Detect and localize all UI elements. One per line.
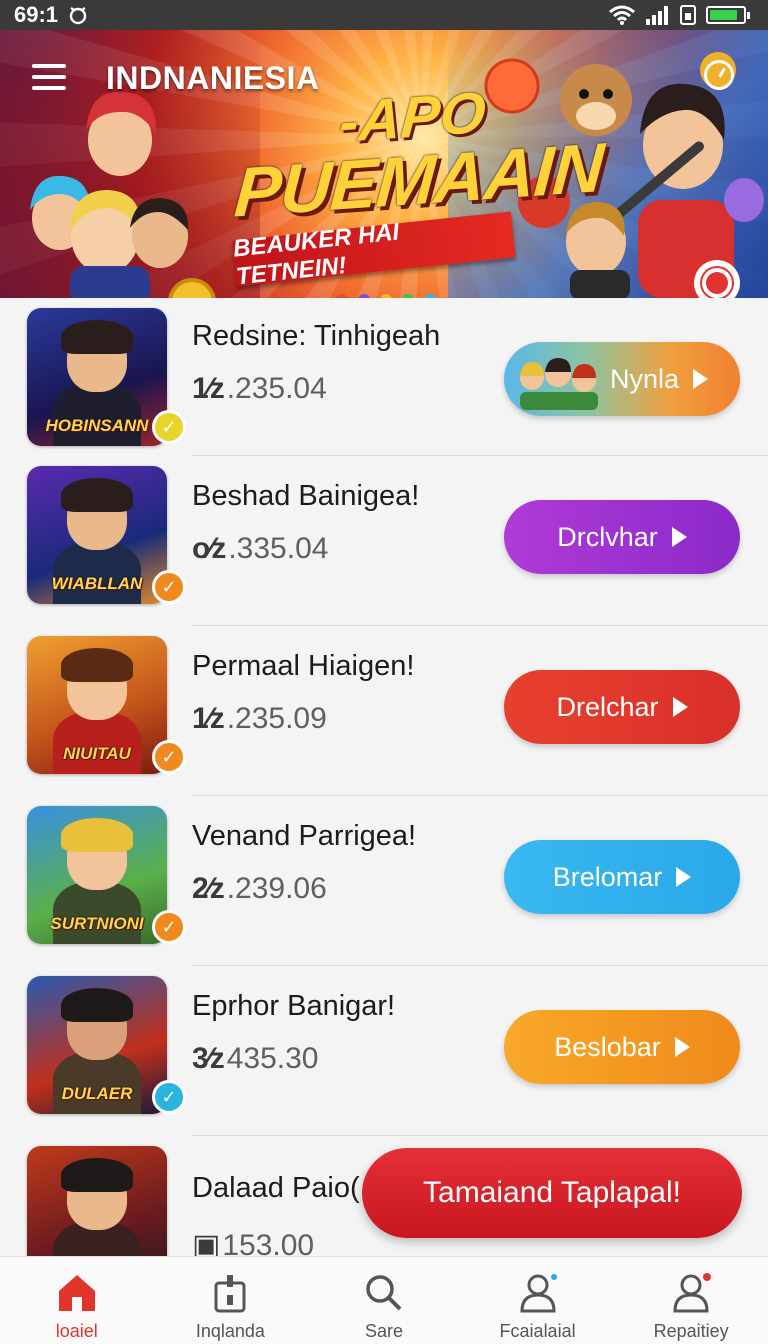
verified-check-icon: ✓	[152, 1080, 186, 1114]
download-button[interactable]: Brelomar	[504, 840, 740, 914]
wifi-icon	[609, 5, 635, 25]
download-button[interactable]: Drelchar	[504, 670, 740, 744]
game-thumbnail[interactable]: WIABLLAN	[27, 466, 167, 604]
home-icon	[55, 1271, 99, 1313]
verified-check-icon: ✓	[152, 910, 186, 944]
rating-value: .335.04	[228, 532, 329, 565]
game-title: Venand Parrigea!	[192, 820, 417, 852]
nav-label: loaiel	[55, 1321, 98, 1341]
timer-icon[interactable]	[704, 60, 734, 90]
download-button[interactable]: Beslobar	[504, 1010, 740, 1084]
verified-check-icon: ✓	[152, 410, 186, 444]
profile-icon	[669, 1271, 713, 1313]
game-thumbnail[interactable]: HOBINSANN	[27, 308, 167, 446]
rating-value: 435.30	[226, 1042, 319, 1075]
reward-badge-icon[interactable]	[694, 260, 740, 298]
game-rating: 1⁄z .235.09	[192, 702, 327, 736]
thumbnail-logo-text: SURTNIONI	[50, 914, 144, 933]
rating-value: .235.04	[226, 372, 327, 405]
game-thumbnail[interactable]: DULAER	[27, 976, 167, 1114]
banner-title: INDNANIESIA	[106, 60, 320, 96]
user-icon	[516, 1271, 560, 1313]
download-button-label: Nynla	[609, 363, 679, 394]
alarm-icon	[69, 7, 87, 25]
store-icon	[208, 1271, 252, 1313]
nav-label: Sare	[364, 1321, 403, 1341]
game-list-item[interactable]: WIABLLAN ✓ Beshad Bainigea! o⁄z .335.04 Drclv…	[27, 456, 768, 626]
battery-icon	[706, 6, 750, 24]
download-button[interactable]: Nynla	[504, 342, 740, 416]
game-title: Permaal Hiaigen!	[192, 650, 415, 682]
play-arrow-icon	[676, 867, 692, 887]
play-arrow-icon	[671, 527, 687, 547]
status-time: 69:1	[14, 2, 59, 27]
status-right	[608, 5, 750, 25]
bottom-nav: loaiel Inqlanda Sare Fcaialaial Repaitiey	[0, 1256, 768, 1344]
download-button-label: Drclvhar	[557, 521, 658, 552]
sim-icon	[680, 5, 696, 25]
promo-banner[interactable]: INDNANIESIA -APO PUEMAAIN BEAUKER HAI TE…	[0, 30, 768, 298]
download-button-label: Beslobar	[554, 1031, 661, 1062]
game-rating: 1⁄z .235.04	[192, 372, 327, 406]
play-arrow-icon	[672, 697, 688, 717]
rating-icon: 2⁄z	[192, 872, 225, 905]
game-rating: 3⁄z 435.30	[192, 1042, 318, 1076]
button-characters-image	[516, 348, 602, 410]
status-left: 69:1	[14, 2, 88, 28]
thumbnail-logo-text: NIUITAU	[63, 744, 131, 763]
game-title: Redsine: Tinhigeah	[192, 320, 441, 352]
game-rating: o⁄z .335.04	[192, 532, 328, 566]
game-list-item[interactable]: DULAER ✓ Eprhor Banigar! 3⁄z 435.30 Beslobar	[27, 966, 768, 1136]
download-button-label: Brelomar	[552, 861, 663, 892]
play-arrow-icon	[693, 369, 708, 389]
game-thumbnail[interactable]: SURTNIONI	[27, 806, 167, 944]
verified-check-icon: ✓	[152, 740, 186, 774]
game-title: Beshad Bainigea!	[192, 480, 420, 512]
floating-cta-button[interactable]: Tamaiand Taplapal!	[362, 1148, 742, 1238]
signal-icon	[646, 6, 668, 25]
game-title: Dalaad Paio(	[192, 1172, 360, 1204]
game-title: Eprhor Banigar!	[192, 990, 396, 1022]
rating-icon: o⁄z	[192, 532, 226, 565]
game-list-item[interactable]: HOBINSANN ✓ Redsine: Tinhigeah 1⁄z .235.04 Ny…	[27, 298, 768, 456]
game-list-item[interactable]: NIUITAU ✓ Permaal Hiaigen! 1⁄z .235.09 Drelch…	[27, 626, 768, 796]
download-button[interactable]: Drclvhar	[504, 500, 740, 574]
verified-check-icon: ✓	[152, 570, 186, 604]
game-thumbnail[interactable]: NIUITAU	[27, 636, 167, 774]
thumbnail-logo-text: DULAER	[61, 1084, 133, 1103]
status-bar: 69:1	[0, 0, 768, 30]
play-arrow-icon	[674, 1037, 690, 1057]
game-list-item[interactable]: SURTNIONI ✓ Venand Parrigea! 2⁄z .239.06 Brel…	[27, 796, 768, 966]
rating-icon: 3⁄z	[192, 1042, 225, 1075]
game-rating: 2⁄z .239.06	[192, 872, 327, 906]
search-icon	[362, 1271, 406, 1313]
nav-item-search[interactable]: Sare	[307, 1257, 461, 1344]
nav-item-user[interactable]: Fcaialaial	[461, 1257, 615, 1344]
nav-item-store[interactable]: Inqlanda	[154, 1257, 308, 1344]
rating-value: .235.09	[226, 702, 327, 735]
menu-button[interactable]	[32, 64, 66, 90]
rating-icon: 1⁄z	[192, 702, 225, 735]
nav-label: Repaitiey	[653, 1321, 729, 1341]
nav-label: Fcaialaial	[499, 1321, 576, 1341]
nav-item-profile[interactable]: Repaitiey	[614, 1257, 768, 1344]
thumbnail-logo-text: HOBINSANN	[45, 416, 149, 435]
rating-value: .239.06	[226, 872, 327, 905]
thumbnail-logo-text: WIABLLAN	[51, 574, 143, 593]
nav-label: Inqlanda	[195, 1321, 265, 1341]
rating-icon: 1⁄z	[192, 372, 225, 405]
nav-item-home[interactable]: loaiel	[0, 1257, 154, 1344]
download-button-label: Drelchar	[556, 691, 659, 722]
